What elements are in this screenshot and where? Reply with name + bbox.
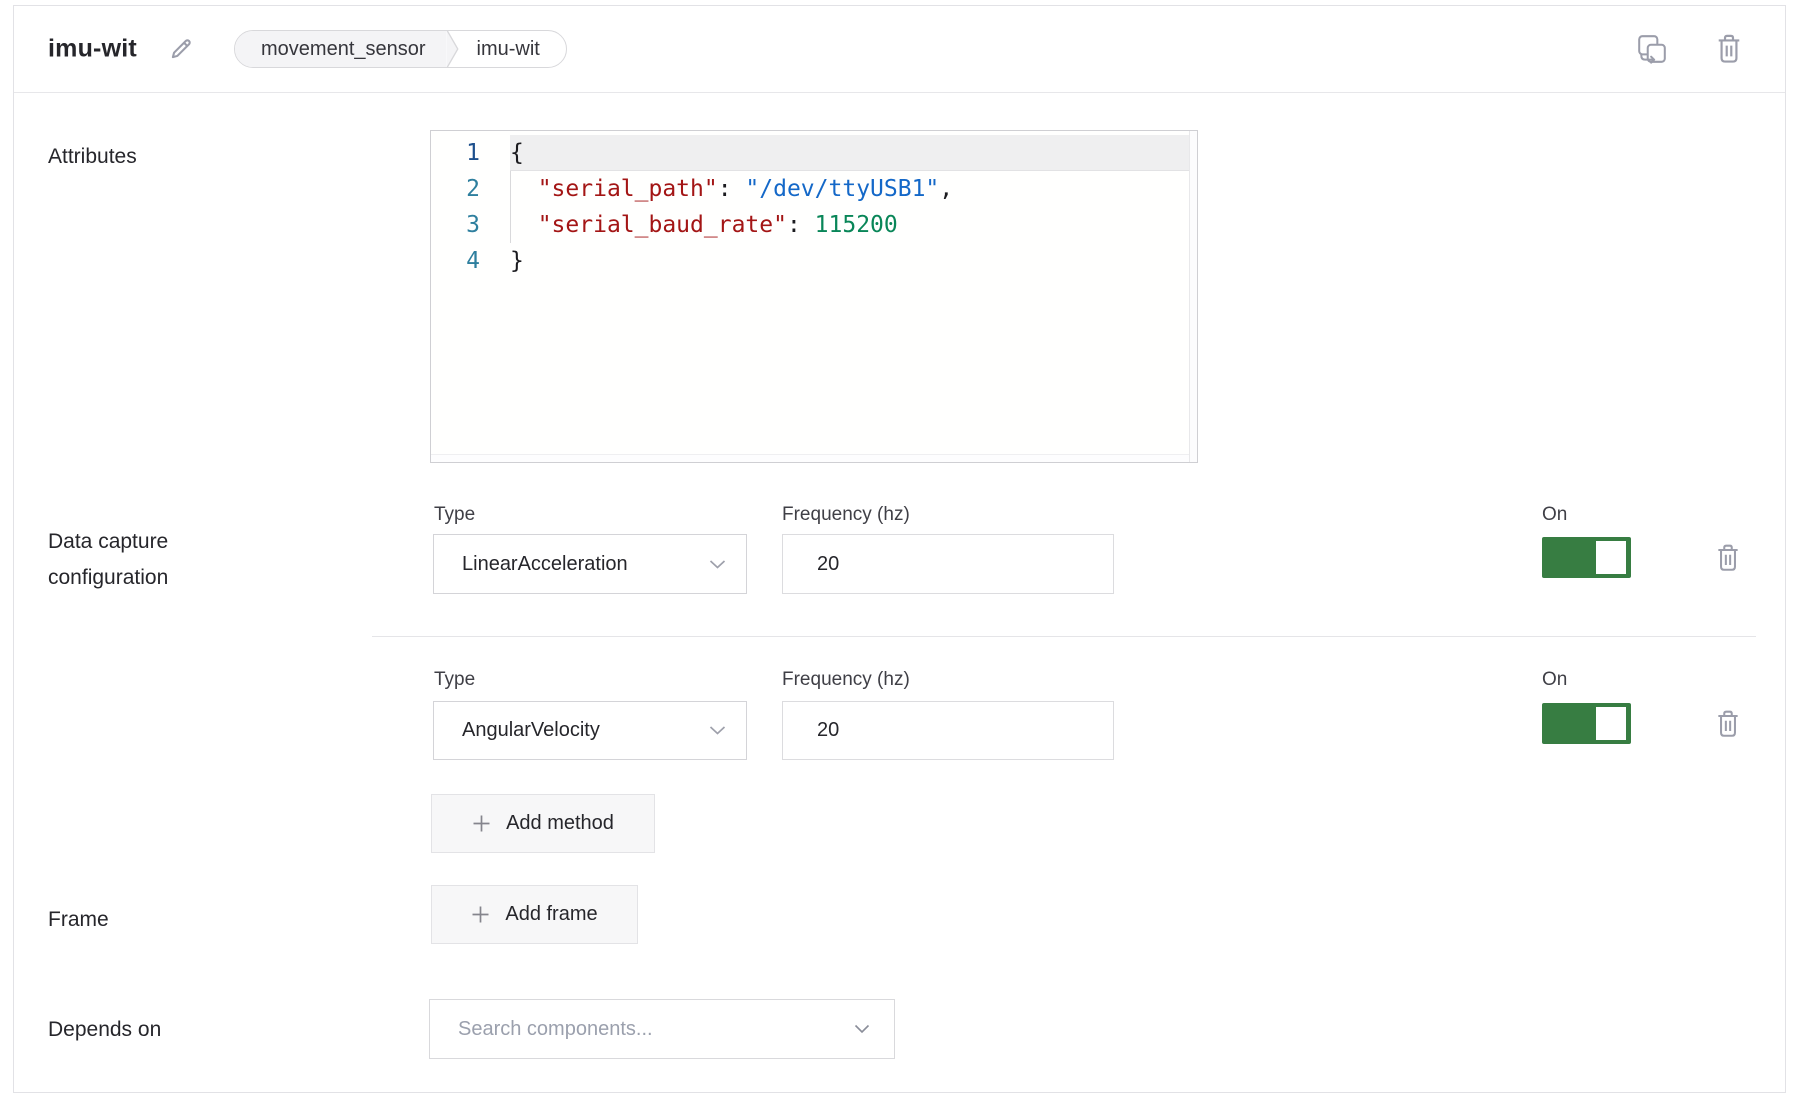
delete-capture-method-button[interactable] — [1711, 706, 1745, 742]
add-frame-button[interactable]: Add frame — [431, 885, 638, 944]
chevron-down-icon — [854, 1024, 870, 1034]
type-label: Type — [434, 504, 475, 526]
duplicate-icon — [1636, 33, 1668, 65]
breadcrumb-name: imu-wit — [461, 31, 566, 67]
code-line: { — [510, 135, 1188, 171]
frequency-label: Frequency (hz) — [782, 669, 910, 691]
capture-on-toggle[interactable] — [1542, 703, 1631, 744]
depends-on-combobox[interactable] — [429, 999, 895, 1059]
editor-horizontal-scrollbar[interactable] — [431, 454, 1189, 462]
data-capture-label: Data capture configuration — [48, 524, 273, 596]
line-number: 1 — [431, 135, 510, 171]
toggle-knob — [1596, 541, 1626, 574]
attributes-json-editor[interactable]: 1 2 3 4 { "serial_path": "/dev/ttyUSB1",… — [430, 130, 1198, 463]
trash-icon — [1715, 33, 1743, 65]
frequency-input[interactable] — [782, 701, 1114, 760]
code-line: } — [510, 243, 1188, 279]
plus-icon — [471, 905, 490, 924]
toggle-knob — [1596, 707, 1626, 740]
rename-button[interactable] — [164, 32, 198, 66]
capture-row-divider — [372, 636, 1756, 637]
component-card: imu-wit movement_sensor imu-wit — [13, 5, 1786, 1093]
frequency-label: Frequency (hz) — [782, 504, 910, 526]
type-label: Type — [434, 669, 475, 691]
breadcrumb: movement_sensor imu-wit — [234, 30, 567, 68]
attributes-label: Attributes — [48, 139, 137, 175]
chevron-down-icon — [709, 559, 726, 570]
chevron-down-icon — [709, 725, 726, 736]
line-number: 3 — [431, 207, 510, 243]
capture-type-select[interactable]: AngularVelocity — [433, 701, 747, 760]
capture-on-toggle[interactable] — [1542, 537, 1631, 578]
add-method-button[interactable]: Add method — [431, 794, 655, 853]
editor-code-content[interactable]: { "serial_path": "/dev/ttyUSB1", "serial… — [510, 135, 1188, 279]
trash-icon — [1715, 709, 1741, 739]
trash-icon — [1715, 543, 1741, 573]
line-number: 4 — [431, 243, 510, 279]
code-line: "serial_path": "/dev/ttyUSB1", — [510, 171, 1188, 207]
frame-label: Frame — [48, 902, 109, 938]
editor-gutter: 1 2 3 4 — [431, 135, 510, 279]
depends-on-label: Depends on — [48, 1012, 161, 1048]
plus-icon — [472, 814, 491, 833]
code-line: "serial_baud_rate": 115200 — [510, 207, 1188, 243]
component-name-title: imu-wit — [48, 35, 137, 64]
duplicate-component-button[interactable] — [1634, 31, 1670, 67]
delete-component-button[interactable] — [1711, 31, 1747, 67]
search-components-input[interactable] — [458, 1018, 854, 1041]
breadcrumb-chevron-icon — [446, 30, 461, 68]
line-number: 2 — [431, 171, 510, 207]
component-config-page: imu-wit movement_sensor imu-wit — [0, 0, 1818, 1114]
toggle-label: On — [1542, 504, 1567, 526]
pencil-icon — [168, 36, 194, 62]
indent-guide — [510, 171, 511, 243]
editor-vertical-scrollbar[interactable] — [1189, 131, 1197, 462]
card-header: imu-wit movement_sensor imu-wit — [14, 6, 1785, 93]
toggle-label: On — [1542, 669, 1567, 691]
capture-type-select[interactable]: LinearAcceleration — [433, 534, 747, 594]
frequency-input[interactable] — [782, 534, 1114, 594]
delete-capture-method-button[interactable] — [1711, 540, 1745, 576]
breadcrumb-type: movement_sensor — [235, 31, 446, 67]
